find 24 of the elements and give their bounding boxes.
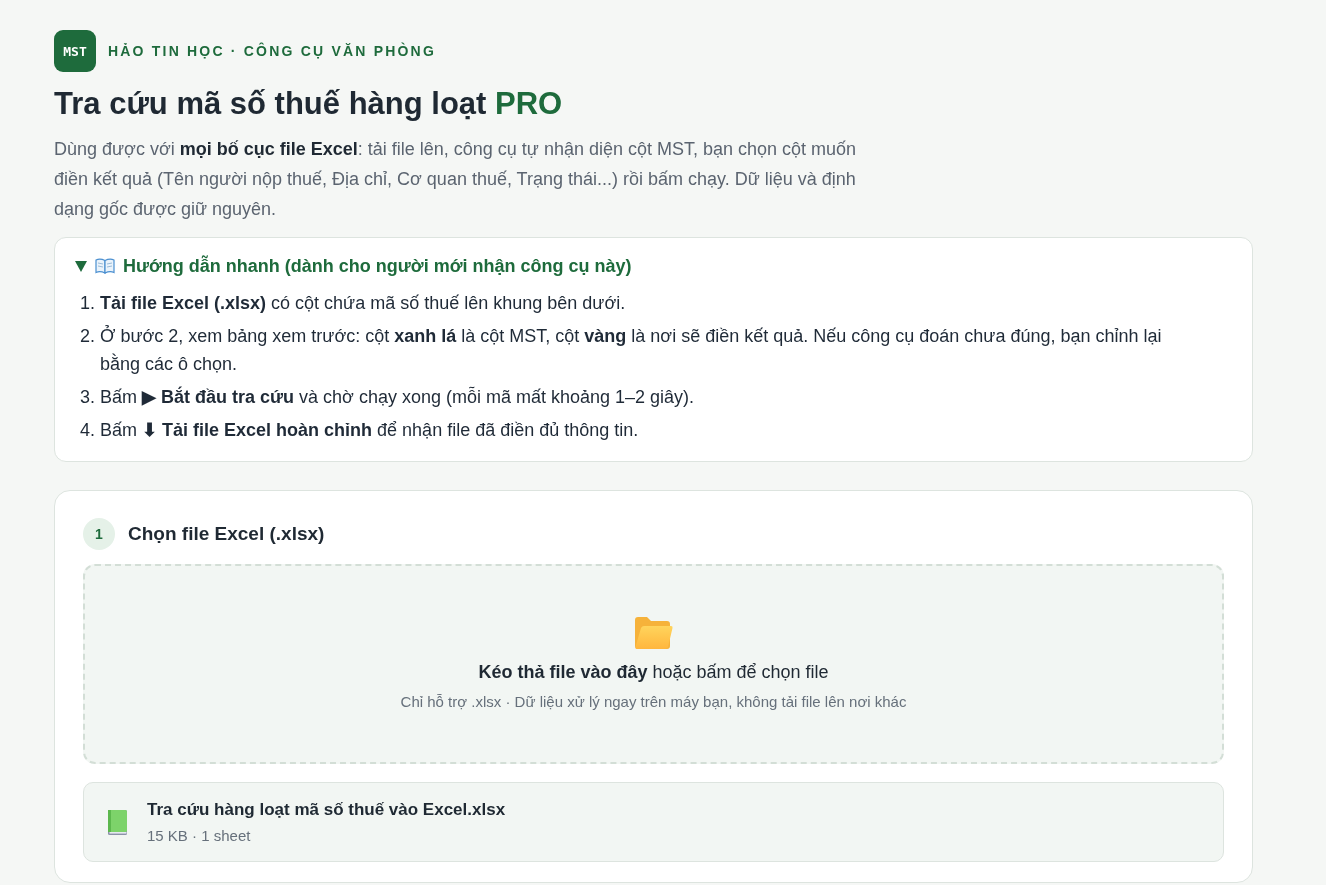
guide-step-text: Bấm ⬇ Tải file Excel hoàn chỉnh để nhận file đã điền đủ thông tin. — [100, 419, 640, 442]
title-highlight: PRO — [495, 86, 563, 121]
file-drop-zone[interactable]: Kéo thả file vào đây hoặc bấm để chọn file Chỉ hỗ trợ .xlsx · Dữ liệu xử lý ngay trên máy bạn, không tải file lên nơi khác — [83, 564, 1224, 764]
guide-step-text: Bấm ▶ Bắt đầu tra cứu và chờ chạy xong (mỗi mã mất khoảng 1–2 giây). — [100, 385, 696, 409]
open-book-icon — [95, 258, 115, 274]
drop-hint: Chỉ hỗ trợ .xlsx · Dữ liệu xử lý ngay trên máy bạn, không tải file lên nơi khác — [400, 691, 907, 712]
drop-prompt: Kéo thả file vào đây hoặc bấm để chọn file — [478, 660, 829, 684]
guide-step-number: 3. — [79, 386, 95, 409]
guide-step-text: Tải file Excel (.xlsx) có cột chứa mã số thuế lên khung bên dưới. — [100, 292, 627, 315]
logo: MST — [54, 30, 96, 72]
guide-step-number: 4. — [79, 419, 95, 442]
book-icon — [108, 809, 127, 835]
guide-step-text: Ở bước 2, xem bảng xem trước: cột xanh lá là cột MST, cột vàng là nơi sẽ điền kết quả. Nếu công cụ đoán chưa đúng, bạn chỉnh lại bằng các ô chọn. — [100, 324, 1163, 376]
file-meta: 15 KB · 1 sheet — [147, 825, 252, 846]
folder-icon — [634, 616, 673, 649]
guide-step-number: 1. — [79, 292, 95, 315]
page-description: Dùng được với mọi bố cục file Excel: tải file lên, công cụ tự nhận diện cột MST, bạn chọn cột muốn điền kết quả (Tên người nộp thuế, Địa chỉ, Cơ quan thuế, Trạng thái...) rồi bấm chạy. Dữ liệu và định dạng gốc được giữ nguyên. — [54, 138, 858, 221]
guide-toggle[interactable]: Hướng dẫn nhanh (dành cho người mới nhận công cụ này) — [75, 253, 632, 279]
guide-step-number: 2. — [79, 325, 95, 348]
step-title: Chọn file Excel (.xlsx) — [128, 523, 325, 545]
step-indicator: 1 — [83, 518, 115, 550]
page-title: Tra cứu mã số thuế hàng loạt — [54, 86, 487, 121]
brand-name: HẢO TIN HỌC · CÔNG CỤ VĂN PHÒNG — [108, 43, 436, 59]
file-name: Tra cứu hàng loạt mã số thuế vào Excel.xlsx — [147, 798, 506, 821]
